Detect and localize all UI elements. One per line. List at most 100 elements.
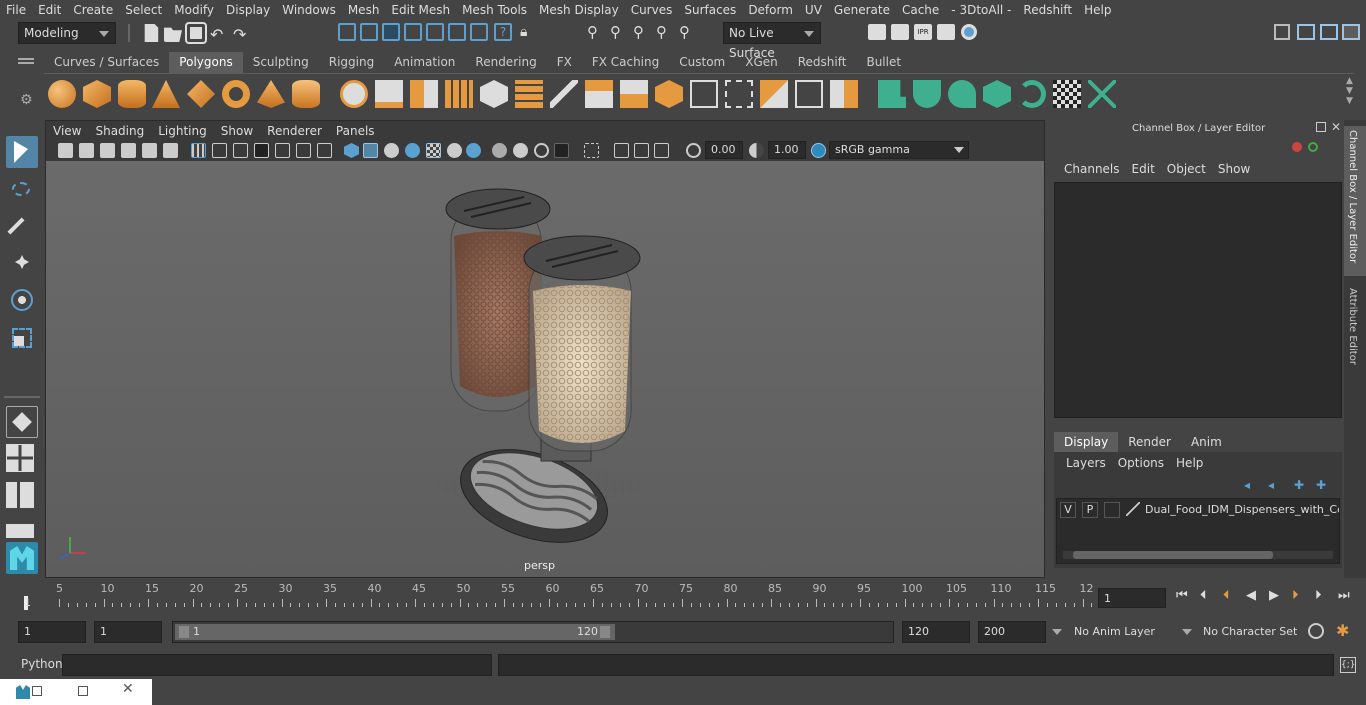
lasso-icon[interactable]: ⚲	[610, 23, 621, 41]
new-layer-icon[interactable]: ✚	[1294, 478, 1304, 492]
step-forward-key-icon[interactable]: ⏵	[1292, 588, 1299, 603]
insert-edge-loop-icon[interactable]	[690, 80, 718, 108]
redo-icon[interactable]: ↷	[233, 25, 246, 44]
layer-visibility-toggle[interactable]: V	[1060, 502, 1076, 518]
menu-mesh-tools[interactable]: Mesh Tools	[456, 0, 533, 20]
viewport-menu-show[interactable]: Show	[214, 121, 260, 141]
multi-cut-icon[interactable]	[550, 80, 578, 108]
bevel-icon[interactable]	[655, 80, 683, 108]
shelf-tab-redshift[interactable]: Redshift	[788, 52, 857, 73]
menu-create[interactable]: Create	[67, 0, 119, 20]
tool-settings-toggle-icon[interactable]	[1320, 24, 1338, 40]
field-chart-icon[interactable]	[275, 143, 290, 158]
wireframe-icon[interactable]	[344, 143, 359, 158]
close-panel-icon[interactable]: ✕	[1331, 120, 1341, 134]
exposure-field[interactable]: 0.00	[705, 141, 743, 159]
select-by-component-icon[interactable]	[382, 23, 400, 41]
layer-tab-render[interactable]: Render	[1118, 432, 1181, 452]
layer-menu-options[interactable]: Options	[1112, 456, 1170, 472]
uv-automatic-icon[interactable]	[983, 80, 1011, 108]
layer-scrollbar-thumb[interactable]	[1073, 551, 1273, 559]
poly-cylinder-icon[interactable]	[118, 80, 146, 108]
shelf-tab-fx-caching[interactable]: FX Caching	[582, 52, 669, 73]
close-window-icon[interactable]: ✕	[122, 681, 134, 697]
menu-surfaces[interactable]: Surfaces	[678, 0, 742, 20]
remesh-icon[interactable]	[480, 80, 508, 108]
film-gate-icon[interactable]	[212, 143, 227, 158]
use-all-lights-icon[interactable]	[426, 143, 441, 158]
maya-logo-icon[interactable]	[6, 542, 38, 574]
screen-space-ao-icon[interactable]	[466, 143, 481, 158]
shelf-tab-rigging[interactable]: Rigging	[319, 52, 384, 73]
menu-file[interactable]: File	[0, 0, 32, 20]
render-sequence-icon[interactable]	[891, 24, 909, 40]
menu-generate[interactable]: Generate	[828, 0, 896, 20]
shadows-icon[interactable]	[447, 143, 462, 158]
poly-plane-icon[interactable]	[187, 80, 215, 108]
attribute-editor-toggle-icon[interactable]	[1297, 24, 1315, 40]
channel-menu-show[interactable]: Show	[1212, 162, 1256, 178]
menu-modify[interactable]: Modify	[168, 0, 220, 20]
move-tool-icon[interactable]	[6, 246, 38, 278]
channel-box-toggle-icon[interactable]	[1342, 24, 1360, 40]
mirror-icon[interactable]	[410, 80, 438, 108]
layer-name[interactable]: Dual_Food_IDM_Dispensers_with_Cereal	[1145, 503, 1339, 516]
viewport-menu-view[interactable]: View	[46, 121, 88, 141]
camera-attributes-icon[interactable]	[79, 143, 94, 158]
save-scene-icon[interactable]	[185, 22, 207, 44]
render-frame-icon[interactable]	[868, 24, 886, 40]
poly-torus-icon[interactable]	[222, 80, 250, 108]
exposure-icon[interactable]	[686, 143, 701, 158]
gate-mask-icon[interactable]	[254, 143, 269, 158]
char-set-chevron-icon[interactable]	[1182, 629, 1192, 640]
menu-uv[interactable]: UV	[799, 0, 828, 20]
paint-select-tool-icon[interactable]	[6, 210, 38, 242]
channel-sync-icon[interactable]	[1308, 142, 1318, 152]
play-forward-icon[interactable]: ▶	[1269, 588, 1279, 603]
hypershade-icon[interactable]	[961, 24, 977, 40]
menu-3dtoall[interactable]: - 3DtoAll -	[945, 0, 1017, 20]
grease-pencil-icon[interactable]	[163, 143, 178, 158]
menu-help[interactable]: Help	[1078, 0, 1117, 20]
menu-cache[interactable]: Cache	[896, 0, 945, 20]
uv-spherical-icon[interactable]	[948, 80, 976, 108]
layer-tab-anim[interactable]: Anim	[1181, 432, 1232, 452]
shelf-menu-icon[interactable]	[18, 58, 34, 60]
textured-icon[interactable]	[405, 143, 420, 158]
snap-grid-icon[interactable]	[404, 23, 422, 41]
current-frame-field[interactable]: 1	[1098, 588, 1166, 608]
view-transform-dropdown[interactable]: sRGB gamma	[829, 141, 969, 159]
grid-icon[interactable]	[191, 143, 206, 158]
step-forward-icon[interactable]: ⏵	[1315, 588, 1322, 603]
range-end-grip[interactable]	[600, 626, 610, 638]
bookmark-icon[interactable]	[100, 143, 115, 158]
lock-icon[interactable]: 🔒︎	[520, 24, 527, 40]
two-d-pan-icon[interactable]	[142, 143, 157, 158]
retopo-icon[interactable]	[515, 80, 543, 108]
extrude-icon[interactable]	[585, 80, 613, 108]
bridge-icon[interactable]	[620, 80, 648, 108]
target-weld-icon[interactable]	[795, 80, 823, 108]
uv-planar-icon[interactable]	[878, 80, 906, 108]
channel-menu-object[interactable]: Object	[1161, 162, 1212, 178]
merge-icon[interactable]	[830, 80, 858, 108]
channel-menu-edit[interactable]: Edit	[1126, 162, 1161, 178]
shelf-tab-rendering[interactable]: Rendering	[465, 52, 546, 73]
xray-components-icon[interactable]	[634, 143, 649, 158]
color-management-icon[interactable]	[811, 143, 826, 158]
outliner-layout-icon[interactable]	[6, 482, 38, 514]
construction-history-icon[interactable]: ⚲	[587, 23, 598, 41]
step-back-key-icon[interactable]: ⏴	[1223, 588, 1230, 603]
menu-select[interactable]: Select	[119, 0, 168, 20]
step-back-icon[interactable]: ⏴	[1200, 588, 1207, 603]
safe-title-icon[interactable]	[317, 143, 332, 158]
snap-curve-icon[interactable]	[426, 23, 444, 41]
range-slider[interactable]: 1 120	[172, 621, 894, 643]
depth-of-field-icon[interactable]	[534, 143, 549, 158]
viewport-menu-panels[interactable]: Panels	[329, 121, 382, 141]
xray-icon[interactable]	[584, 143, 599, 158]
select-tool-icon[interactable]	[6, 136, 38, 168]
smooth-icon[interactable]	[445, 80, 473, 108]
poly-pyramid-icon[interactable]	[257, 80, 285, 108]
script-language-label[interactable]: Python	[21, 657, 63, 671]
